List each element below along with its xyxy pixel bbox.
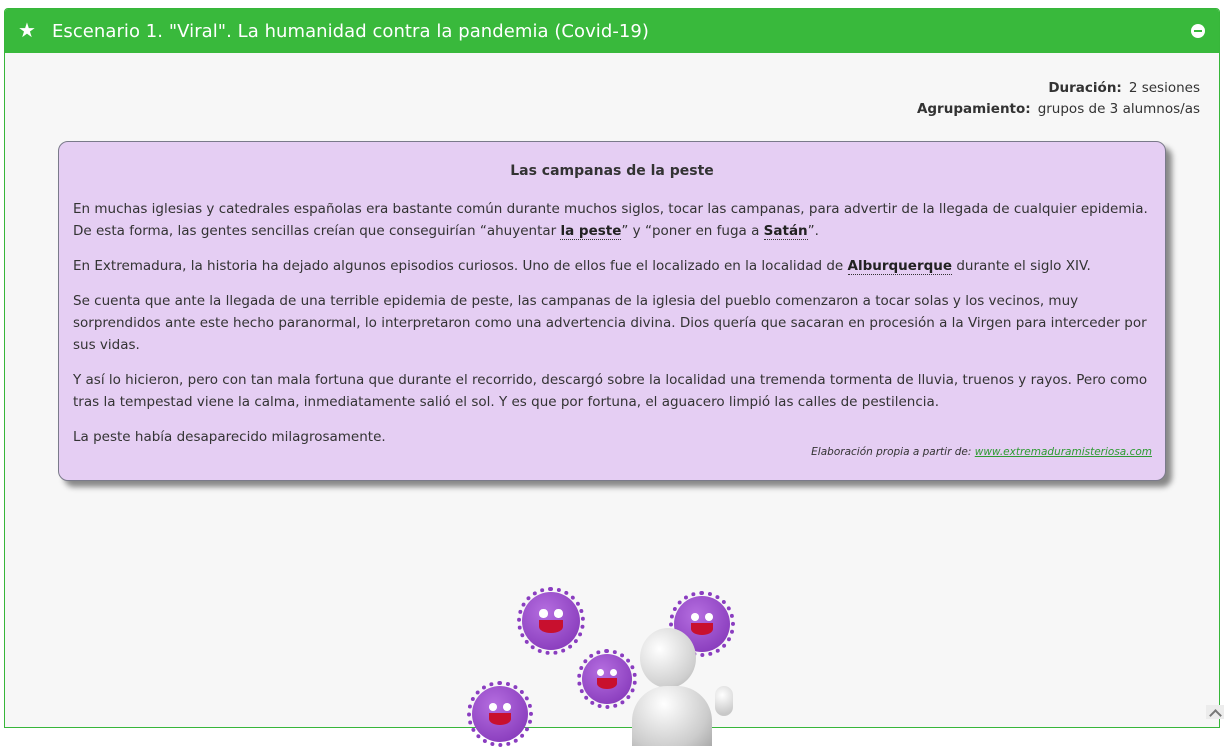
- grouping-label: Agrupamiento:: [916, 101, 1031, 117]
- virus-icon: [467, 681, 533, 747]
- scenario-meta: Duración: 2 sesiones Agrupamiento: grupo…: [917, 78, 1200, 120]
- paragraph-1: En muchas iglesias y catedrales española…: [73, 198, 1151, 242]
- paragraph-2-text-b: durante el siglo XIV.: [952, 258, 1091, 274]
- paragraph-4: Y así lo hicieron, pero con tan mala for…: [73, 372, 1148, 410]
- duration-value: 2 sesiones: [1128, 80, 1200, 96]
- glossary-link-la-peste[interactable]: la peste: [560, 223, 622, 240]
- source-link[interactable]: www.extremaduramisteriosa.com: [975, 446, 1152, 458]
- star-icon: ★: [18, 18, 36, 42]
- grouping-value: grupos de 3 alumnos/as: [1037, 101, 1200, 117]
- duration-row: Duración: 2 sesiones: [917, 78, 1200, 99]
- paragraph-2-text-a: En Extremadura, la historia ha dejado al…: [73, 258, 848, 274]
- scroll-up-icon[interactable]: [1206, 705, 1224, 719]
- credit-text: Elaboración propia a partir de:: [811, 446, 975, 458]
- paragraph-5: La peste había desaparecido milagrosamen…: [73, 429, 386, 445]
- panel-title: Escenario 1. "Viral". La humanidad contr…: [52, 20, 649, 42]
- duration-label: Duración:: [1048, 80, 1122, 96]
- paragraph-1-text-c: ”.: [807, 223, 819, 239]
- card-title: Las campanas de la peste: [510, 163, 714, 179]
- thumbs-up-icon: [715, 686, 733, 716]
- person-figure-head: [640, 628, 696, 688]
- source-credit: Elaboración propia a partir de: www.extr…: [811, 446, 1152, 458]
- virus-icon: [517, 587, 585, 655]
- paragraph-2: En Extremadura, la historia ha dejado al…: [73, 255, 1151, 277]
- person-figure-body: [632, 686, 712, 746]
- paragraph-3: Se cuenta que ante la llegada de una ter…: [73, 293, 1147, 353]
- glossary-link-alburquerque[interactable]: Alburquerque: [847, 258, 953, 275]
- minus-circle-icon[interactable]: [1191, 24, 1205, 38]
- grouping-row: Agrupamiento: grupos de 3 alumnos/as: [917, 99, 1200, 120]
- paragraph-1-text-b: ” y “poner en fuga a: [621, 223, 764, 239]
- panel-header[interactable]: ★ Escenario 1. "Viral". La humanidad con…: [5, 9, 1219, 53]
- glossary-link-satan[interactable]: Satán: [763, 223, 808, 240]
- story-card: Las campanas de la peste En muchas igles…: [58, 141, 1166, 481]
- virus-icon: [577, 649, 637, 709]
- virus-illustration: [460, 578, 760, 747]
